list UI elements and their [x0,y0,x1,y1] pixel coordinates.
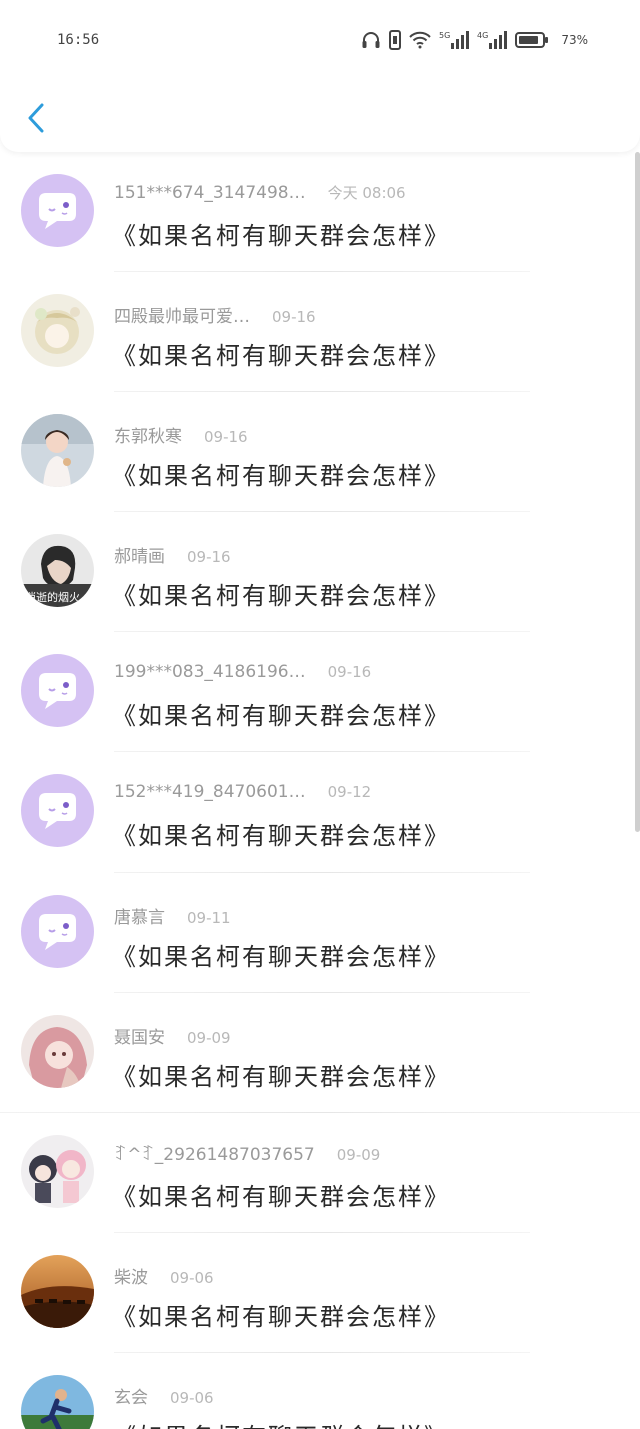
vibrate-icon [389,30,402,50]
message-time: 09-16 [272,308,316,327]
message-text[interactable]: 《如果名柯有聊天群会怎样》 [112,1297,450,1332]
message-time: 09-09 [187,1028,231,1047]
sender-name[interactable]: 199***083_4186196… [114,662,306,682]
wifi-icon [409,31,432,49]
status-bar: 16:56 5G 4G 73% [0,26,640,58]
battery-percentage: 73% [561,33,588,47]
conversation-list-item[interactable]: 玄会 09-06 《如果名柯有聊天群会怎样》 [0,1353,640,1429]
conversation-list-item[interactable]: 柴波 09-06 《如果名柯有聊天群会怎样》 [0,1233,640,1353]
message-meta: 199***083_4186196… 09-16 [114,662,371,682]
message-time: 09-06 [170,1268,214,1287]
avatar[interactable] [21,1374,94,1429]
message-meta: ꆈ^ꆈ_29261487037657 09-09 [114,1143,380,1165]
sender-name[interactable]: ꆈ^ꆈ_29261487037657 [114,1143,315,1165]
sender-name[interactable]: 聂国安 [114,1023,165,1048]
conversation-list-item[interactable]: 聂国安 09-09 《如果名柯有聊天群会怎样》 [0,993,640,1113]
sender-name[interactable]: 152***419_8470601… [114,782,306,802]
message-text[interactable]: 《如果名柯有聊天群会怎样》 [112,816,450,851]
message-time: 09-16 [187,548,231,567]
message-time: 09-12 [327,783,372,802]
message-text[interactable]: 《如果名柯有聊天群会怎样》 [112,216,450,251]
message-meta: 郝晴画 09-16 [114,542,231,567]
message-text[interactable]: 《如果名柯有聊天群会怎样》 [112,576,450,611]
sender-name[interactable]: 四殿最帅最可爱… [114,302,250,327]
signal-4g-icon: 4G [477,30,508,50]
sender-name[interactable]: 唐慕言 [114,903,165,928]
sender-name[interactable]: 玄会 [114,1383,148,1408]
message-time: 09-16 [204,428,248,447]
message-text[interactable]: 《如果名柯有聊天群会怎样》 [112,1057,450,1092]
conversation-list-item[interactable]: 东郭秋寒 09-16 《如果名柯有聊天群会怎样》 [0,392,640,513]
message-text[interactable]: 《如果名柯有聊天群会怎样》 [112,696,450,731]
message-text[interactable]: 《如果名柯有聊天群会怎样》 [112,456,450,491]
avatar[interactable] [21,774,94,848]
headphones-icon [361,31,381,49]
avatar[interactable] [21,1014,94,1088]
conversation-list-item[interactable]: 唐慕言 09-11 《如果名柯有聊天群会怎样》 [0,873,640,993]
message-text[interactable]: 《如果名柯有聊天群会怎样》 [112,336,450,371]
message-time: 09-11 [187,908,231,927]
message-meta: 四殿最帅最可爱… 09-16 [114,302,316,327]
conversation-list-item[interactable]: 消逝的烟火 郝晴画 09-16 《如果名柯有聊天群会怎样》 [0,512,640,633]
avatar[interactable] [21,894,94,968]
message-list: 151***674_3147498… 今天 08:06 《如果名柯有聊天群会怎样》四… [0,152,640,1429]
message-meta: 152***419_8470601… 09-12 [114,782,371,802]
conversation-list-item[interactable]: 四殿最帅最可爱… 09-16 《如果名柯有聊天群会怎样》 [0,272,640,393]
svg-text:消逝的烟火: 消逝的烟火 [25,590,80,604]
battery-icon [515,31,549,49]
sender-name[interactable]: 151***674_3147498… [114,183,306,203]
status-time: 16:56 [57,32,100,48]
avatar[interactable] [21,414,94,488]
message-time: 09-16 [327,663,372,682]
avatar[interactable] [21,654,94,728]
conversation-list-item[interactable]: 199***083_4186196… 09-16 《如果名柯有聊天群会怎样》 [0,632,640,753]
signal-5g-icon: 5G [439,30,470,50]
avatar[interactable] [21,294,94,368]
network-4g-label: 4G [477,31,488,40]
message-time: 09-09 [336,1145,381,1164]
message-time: 09-06 [170,1388,214,1407]
message-meta: 唐慕言 09-11 [114,903,231,928]
message-meta: 玄会 09-06 [114,1383,214,1408]
message-text[interactable]: 《如果名柯有聊天群会怎样》 [112,1177,450,1212]
sender-name[interactable]: 东郭秋寒 [114,422,182,447]
conversation-list-item[interactable]: 151***674_3147498… 今天 08:06 《如果名柯有聊天群会怎样》 [0,152,640,273]
network-5g-label: 5G [439,31,450,40]
back-button[interactable] [18,98,54,138]
status-icons: 5G 4G 73% [361,30,588,50]
conversation-list-item[interactable]: ꆈ^ꆈ_29261487037657 09-09 《如果名柯有聊天群会怎样》 [0,1113,640,1233]
message-text[interactable]: 《如果名柯有聊天群会怎样》 [112,1417,450,1429]
chevron-left-icon [28,103,44,133]
top-bar: 16:56 5G 4G 73% [0,0,640,152]
avatar[interactable]: 消逝的烟火 [21,534,94,608]
message-time: 今天 08:06 [327,184,406,202]
avatar[interactable] [21,1134,94,1208]
avatar[interactable] [21,1254,94,1328]
avatar[interactable] [21,174,94,247]
message-meta: 柴波 09-06 [114,1263,214,1288]
message-meta: 151***674_3147498… 今天 08:06 [114,182,406,203]
message-meta: 聂国安 09-09 [114,1023,231,1048]
conversation-list-item[interactable]: 152***419_8470601… 09-12 《如果名柯有聊天群会怎样》 [0,752,640,873]
message-text[interactable]: 《如果名柯有聊天群会怎样》 [112,937,450,972]
sender-name[interactable]: 柴波 [114,1263,148,1288]
sender-name[interactable]: 郝晴画 [114,542,165,567]
message-meta: 东郭秋寒 09-16 [114,422,248,447]
